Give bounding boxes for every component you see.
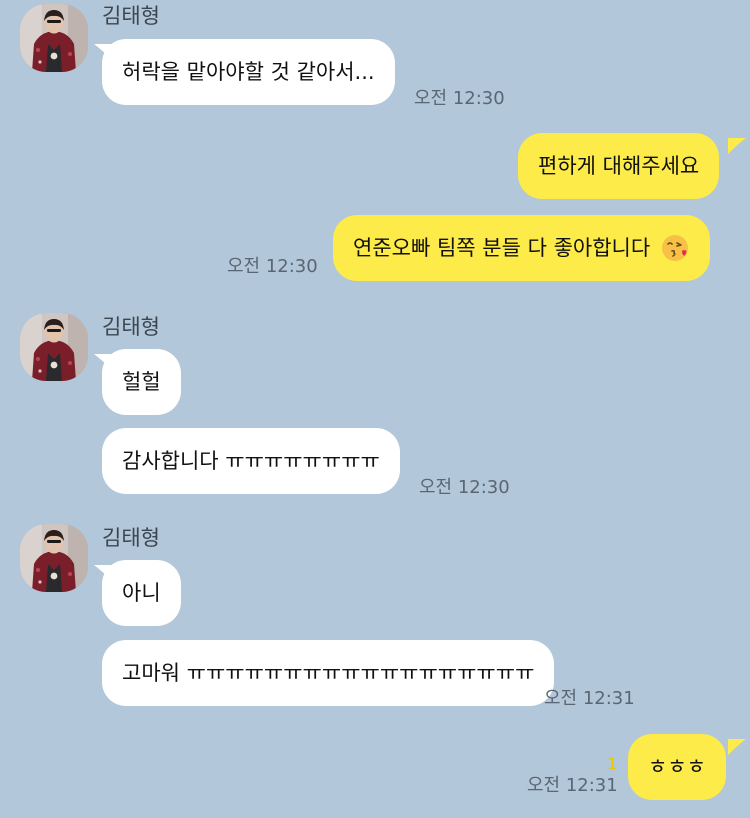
- message-text: 허락을 맡아야할 것 같아서...: [122, 59, 375, 84]
- bubble-tail: [728, 138, 746, 154]
- message-bubble[interactable]: 아니: [102, 560, 181, 626]
- message-time: 오전 12:31: [527, 775, 618, 796]
- kissing-face-with-heart-icon: [660, 233, 690, 263]
- message-text: 편하게 대해주세요: [538, 153, 700, 178]
- message-bubble[interactable]: 헐헐: [102, 349, 181, 415]
- chat-window: 김태형 허락을 맡아야할 것 같아서... 오전 12:30 편하게 대해주세요…: [0, 0, 750, 818]
- message-time: 오전 12:30: [227, 256, 318, 277]
- message-text: 아니: [122, 580, 161, 605]
- message-bubble[interactable]: 허락을 맡아야할 것 같아서...: [102, 39, 395, 105]
- bubble-tail: [728, 739, 746, 755]
- message-time: 오전 12:31: [544, 688, 635, 709]
- unread-count: 1: [607, 754, 618, 773]
- avatar[interactable]: [20, 524, 88, 592]
- message-time: 오전 12:30: [414, 88, 505, 109]
- message-bubble[interactable]: 고마워 ㅠㅠㅠㅠㅠㅠㅠㅠㅠㅠㅠㅠㅠㅠㅠㅠㅠㅠ: [102, 640, 555, 706]
- message-text: 고마워 ㅠㅠㅠㅠㅠㅠㅠㅠㅠㅠㅠㅠㅠㅠㅠㅠㅠㅠ: [122, 660, 535, 685]
- message-bubble[interactable]: 연준오빠 팀쪽 분들 다 좋아합니다: [333, 215, 711, 281]
- message-text: 연준오빠 팀쪽 분들 다 좋아합니다: [353, 235, 651, 260]
- message-text: 감사합니다 ㅠㅠㅠㅠㅠㅠㅠㅠ: [122, 448, 380, 473]
- avatar[interactable]: [20, 313, 88, 381]
- message-text: 헐헐: [122, 369, 161, 394]
- message-text: ㅎㅎㅎ: [648, 754, 706, 779]
- message-time: 오전 12:30: [419, 477, 510, 498]
- message-bubble[interactable]: 편하게 대해주세요: [518, 133, 720, 199]
- avatar[interactable]: [20, 4, 88, 72]
- sender-name: 김태형: [102, 4, 160, 28]
- message-bubble[interactable]: ㅎㅎㅎ: [628, 734, 726, 800]
- sender-name: 김태형: [102, 526, 160, 550]
- message-bubble[interactable]: 감사합니다 ㅠㅠㅠㅠㅠㅠㅠㅠ: [102, 428, 400, 494]
- sender-name: 김태형: [102, 315, 160, 339]
